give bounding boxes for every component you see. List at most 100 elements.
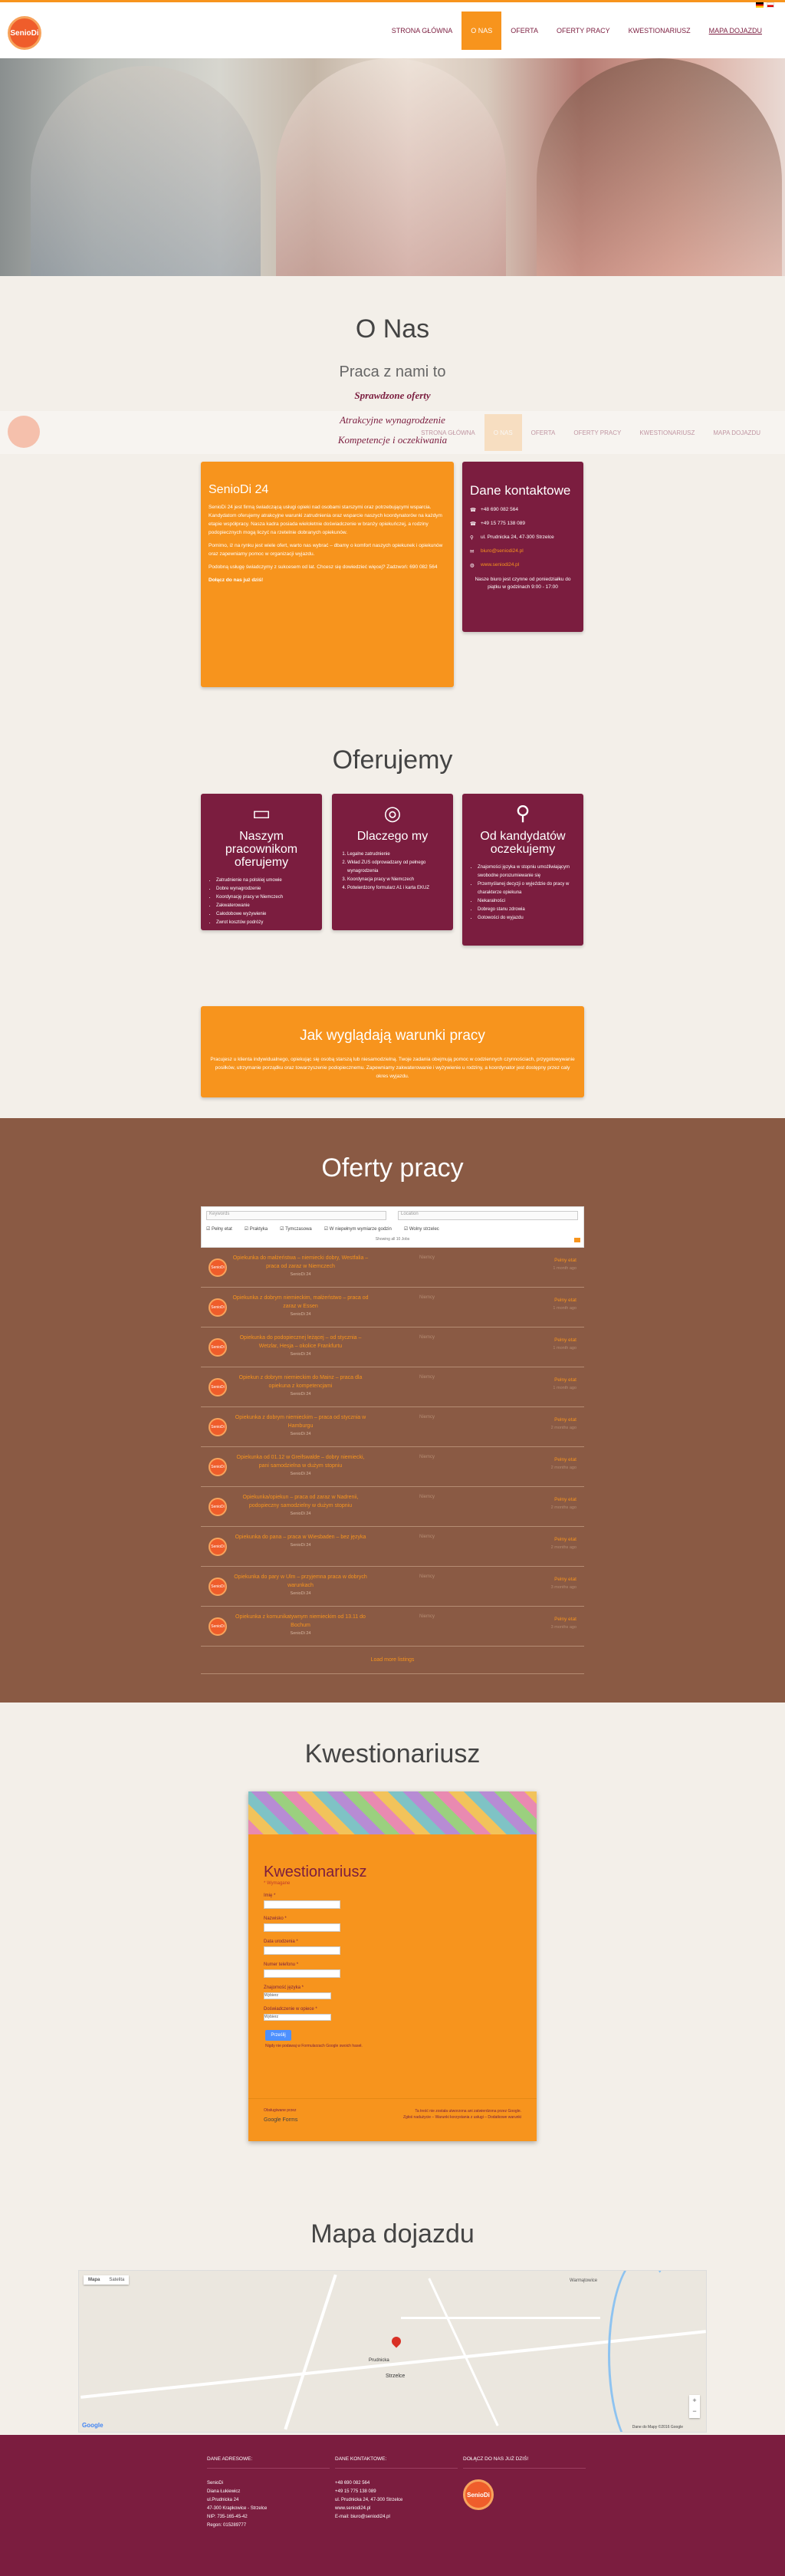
zoom-control[interactable]: + − bbox=[689, 2395, 700, 2418]
top-header: SenioDi STRONA GŁÓWNA O NAS OFERTA OFERT… bbox=[0, 0, 785, 58]
job-title[interactable]: Opiekun z dobrym niemieckim do Mainz – p… bbox=[232, 1374, 370, 1399]
filter-checkbox[interactable]: ☑ Tymczasowa bbox=[280, 1226, 312, 1232]
contact-web[interactable]: www.seniodi24.pl bbox=[481, 562, 519, 568]
nav-about[interactable]: O NAS bbox=[461, 12, 502, 50]
offer-item: Gotowości do wyjazdu bbox=[478, 914, 576, 923]
job-title[interactable]: Opiekunka do małżeństwa – niemiecki dobr… bbox=[232, 1254, 370, 1279]
job-location: Niemcy bbox=[419, 1295, 435, 1300]
language-switcher bbox=[756, 2, 774, 8]
conditions-heading: Jak wyglądają warunki pracy bbox=[300, 1028, 485, 1044]
phone-input[interactable] bbox=[264, 1969, 340, 1978]
job-type: Pełny etat bbox=[554, 1417, 576, 1423]
experience-select[interactable]: Wybierz bbox=[264, 2014, 331, 2021]
language-select[interactable]: Wybierz bbox=[264, 1992, 331, 1999]
job-row[interactable]: SenioDi Opiekunka do małżeństwa – niemiec… bbox=[201, 1248, 584, 1288]
job-row[interactable]: SenioDi Opiekun z dobrym niemieckim do Ma… bbox=[201, 1367, 584, 1407]
job-row[interactable]: SenioDi Opiekunka do pary w Ulm – przyjem… bbox=[201, 1567, 584, 1607]
form-terms-links[interactable]: Zgłoś nadużycie – Warunki korzystania z … bbox=[403, 2114, 521, 2120]
job-row[interactable]: SenioDi Opiekunka z dobrym niemieckim, ma… bbox=[201, 1288, 584, 1327]
filter-checkbox[interactable]: ☑ W niepełnym wymiarze godzin bbox=[324, 1226, 392, 1232]
job-date: 3 months ago bbox=[550, 1585, 576, 1590]
jobs-title: Oferty pracy bbox=[321, 1153, 464, 1183]
filter-checkbox[interactable]: ☑ Pełny etat bbox=[206, 1226, 232, 1232]
job-type-filters: ☑ Pełny etat ☑ Praktyka ☑ Tymczasowa ☑ W… bbox=[206, 1226, 439, 1232]
job-title[interactable]: Opiekunka do pana – praca w Wiesbaden – … bbox=[232, 1533, 370, 1550]
rotating-text-3: Kompetencje i oczekiwania bbox=[337, 434, 448, 446]
filter-checkbox[interactable]: ☑ Wolny strzelec bbox=[404, 1226, 439, 1232]
filter-checkbox[interactable]: ☑ Praktyka bbox=[245, 1226, 268, 1232]
job-title[interactable]: Opiekunka do podopiecznej leżącej – od s… bbox=[232, 1334, 370, 1359]
offer-item: Wkład ZUS odprowadzany od pełnego wynagr… bbox=[347, 859, 445, 876]
flag-de-icon[interactable] bbox=[756, 2, 764, 8]
job-row[interactable]: SenioDi Opiekunka od 01.12 w Greifswalde … bbox=[201, 1447, 584, 1487]
monitor-icon: ▭ bbox=[251, 801, 271, 824]
offer-card-heading: Naszym pracownikom oferujemy bbox=[225, 830, 298, 869]
globe-icon: ◍ bbox=[470, 563, 475, 568]
company-logo: SenioDi bbox=[209, 1298, 227, 1317]
job-row[interactable]: SenioDi Opiekunka z komunikatywnym niemie… bbox=[201, 1607, 584, 1647]
site-logo[interactable]: SenioDi bbox=[8, 16, 41, 50]
footer-line: NIP: 735-165-45-42 bbox=[207, 2515, 248, 2519]
nav-questionnaire[interactable]: KWESTIONARIUSZ bbox=[619, 12, 700, 50]
footer-line: Diana Łukiewicz bbox=[207, 2489, 241, 2494]
about-box: SenioDi 24 SenioDi 24 jest firmą świadcz… bbox=[201, 462, 454, 687]
job-type: Pełny etat bbox=[554, 1298, 576, 1303]
location-input[interactable]: Location bbox=[398, 1211, 578, 1220]
job-company: SenioDi 24 bbox=[290, 1472, 311, 1476]
submit-button[interactable]: Prześlij bbox=[265, 2030, 291, 2041]
job-title[interactable]: Opiekunka z dobrym niemieckim, małżeństw… bbox=[232, 1294, 370, 1319]
location-icon: ⚲ bbox=[470, 535, 474, 541]
map-label: Strzelce bbox=[386, 2374, 406, 2379]
offer-item: Dobrego stanu zdrowia bbox=[478, 906, 576, 914]
footer-join: DOŁĄCZ DO NAS JUŻ DZIŚ! SenioDi bbox=[463, 2455, 586, 2510]
job-title[interactable]: Opiekunka od 01.12 w Greifswalde – dobry… bbox=[232, 1453, 370, 1479]
job-title[interactable]: Opiekunka z dobrym niemieckim – praca od… bbox=[232, 1413, 370, 1439]
offer-card-employees: ▭ Naszym pracownikom oferujemy Zatrudnie… bbox=[201, 794, 322, 930]
google-map[interactable]: Prudnicka Strzelce Warmątowice Mapa Sate… bbox=[78, 2270, 707, 2433]
job-row[interactable]: SenioDi Opiekunka do pana – praca w Wiesb… bbox=[201, 1527, 584, 1567]
keywords-input[interactable]: Keywords bbox=[206, 1211, 386, 1220]
job-filters: Keywords Location ☑ Pełny etat ☑ Praktyk… bbox=[201, 1206, 584, 1248]
footer-logo[interactable]: SenioDi bbox=[463, 2479, 494, 2510]
contact-email[interactable]: biuro@seniodi24.pl bbox=[481, 548, 524, 554]
tab-satellite[interactable]: Satelita bbox=[104, 2275, 129, 2285]
nav-offer[interactable]: OFERTA bbox=[501, 12, 547, 50]
contact-phone-1[interactable]: +48 690 082 564 bbox=[481, 507, 518, 513]
job-meta: Pełny etat 1 month ago bbox=[553, 1257, 576, 1272]
company-logo: SenioDi bbox=[209, 1258, 227, 1277]
birthdate-input[interactable] bbox=[264, 1946, 340, 1955]
company-logo: SenioDi bbox=[209, 1418, 227, 1436]
job-row[interactable]: SenioDi Opiekunka do podopiecznej leżącej… bbox=[201, 1327, 584, 1367]
job-title[interactable]: Opiekunka z komunikatywnym niemieckim od… bbox=[232, 1613, 370, 1638]
location-pin-icon[interactable] bbox=[389, 2334, 403, 2348]
load-more-button[interactable]: Load more listings bbox=[201, 1647, 584, 1674]
footer-heading: DANE ADRESOWE: bbox=[207, 2455, 330, 2469]
rss-icon[interactable] bbox=[574, 1238, 580, 1242]
job-type: Pełny etat bbox=[554, 1457, 576, 1462]
nav-home[interactable]: STRONA GŁÓWNA bbox=[383, 12, 462, 50]
footer-line[interactable]: E-mail: biuro@seniodi24.pl bbox=[335, 2513, 458, 2522]
job-title[interactable]: Opiekunka do pary w Ulm – przyjemna prac… bbox=[232, 1573, 370, 1598]
contact-phone-2[interactable]: +49 15 775 138 089 bbox=[481, 521, 525, 527]
flag-pl-icon[interactable] bbox=[767, 2, 774, 8]
job-meta: Pełny etat 1 month ago bbox=[553, 1377, 576, 1392]
footer-line[interactable]: www.seniodi24.pl bbox=[335, 2505, 458, 2513]
job-company: SenioDi 24 bbox=[290, 1631, 311, 1636]
job-row[interactable]: SenioDi Opiekunka z dobrym niemieckim – p… bbox=[201, 1407, 584, 1447]
about-closing: Dołącz do nas już dziś! bbox=[209, 577, 264, 583]
nav-map[interactable]: MAPA DOJAZDU bbox=[700, 12, 771, 50]
job-meta: Pełny etat 2 months ago bbox=[551, 1456, 576, 1472]
job-company: SenioDi 24 bbox=[290, 1352, 311, 1357]
about-paragraph: Pomimo, iż na rynku jest wiele ofert, wa… bbox=[209, 543, 443, 557]
job-date: 2 months ago bbox=[550, 1426, 576, 1430]
tab-map[interactable]: Mapa bbox=[84, 2275, 104, 2285]
job-type: Pełny etat bbox=[554, 1258, 576, 1263]
field-label: Imię * bbox=[264, 1893, 276, 1898]
password-warning: Nigdy nie podawaj w Formularzach Google … bbox=[265, 2044, 363, 2048]
contact-box: Dane kontaktowe ☎ +48 690 082 564 ☎ +49 15… bbox=[462, 462, 583, 632]
nav-jobs[interactable]: OFERTY PRACY bbox=[547, 12, 619, 50]
last-name-input[interactable] bbox=[264, 1923, 340, 1932]
job-title[interactable]: Opiekunka/opiekun – praca od zaraz w Nad… bbox=[232, 1493, 370, 1518]
job-row[interactable]: SenioDi Opiekunka/opiekun – praca od zara… bbox=[201, 1487, 584, 1527]
first-name-input[interactable] bbox=[264, 1900, 340, 1909]
